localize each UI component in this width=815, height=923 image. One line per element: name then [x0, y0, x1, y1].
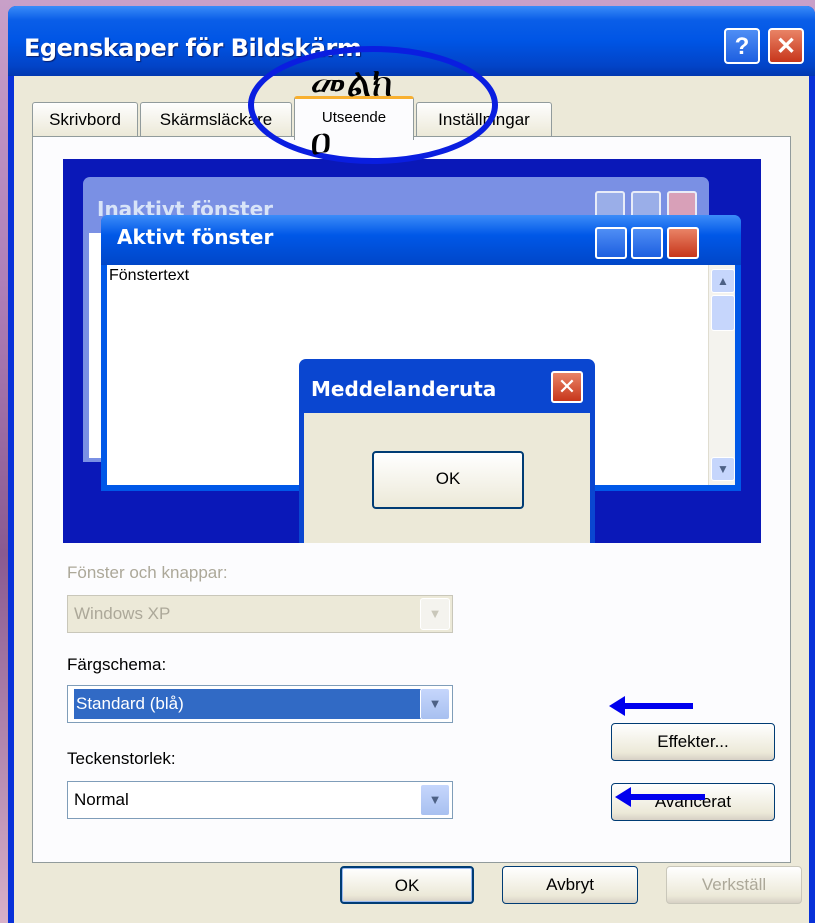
message-box-preview: Meddelanderuta ✕ OK: [299, 359, 595, 543]
annotation-glyph: መልክ: [310, 60, 394, 106]
chevron-down-icon[interactable]: ▼: [420, 784, 450, 816]
chevron-down-icon: ▼: [420, 598, 450, 630]
message-ok-button: OK: [372, 451, 524, 509]
dialog-client: Skrivbord Skärmsläckare Utseende Inställ…: [14, 76, 809, 923]
appearance-panel: Inaktivt fönster Aktivt fönster Fönstert…: [32, 136, 791, 863]
help-button[interactable]: ?: [724, 28, 760, 64]
annotation-arrow: [609, 696, 693, 716]
minimize-icon: [595, 227, 627, 259]
tab-desktop[interactable]: Skrivbord: [32, 102, 138, 136]
annotation-glyph-2: ዐ: [310, 118, 332, 164]
close-button[interactable]: ✕: [768, 28, 804, 64]
ok-button[interactable]: OK: [340, 866, 474, 904]
active-window-title: Aktivt fönster: [117, 225, 274, 249]
scroll-up-icon: ▲: [711, 269, 735, 293]
close-icon: [667, 227, 699, 259]
maximize-icon: [631, 227, 663, 259]
font-size-label: Teckenstorlek:: [67, 749, 176, 768]
chevron-down-icon[interactable]: ▼: [420, 688, 450, 720]
close-icon: ✕: [551, 371, 583, 403]
effects-button[interactable]: Effekter...: [611, 723, 775, 761]
windows-buttons-label: Fönster och knappar:: [67, 563, 228, 582]
appearance-preview: Inaktivt fönster Aktivt fönster Fönstert…: [63, 159, 761, 543]
active-window-titlebar: Aktivt fönster: [101, 215, 741, 265]
windows-buttons-value: Windows XP: [74, 604, 171, 623]
message-box-title: Meddelanderuta: [311, 377, 497, 401]
scroll-thumb: [711, 295, 735, 331]
color-scheme-value: Standard (blå): [74, 689, 428, 719]
color-scheme-label: Färgschema:: [67, 655, 167, 674]
cancel-button[interactable]: Avbryt: [502, 866, 638, 904]
color-scheme-select[interactable]: Standard (blå) ▼: [67, 685, 453, 723]
advanced-button[interactable]: Avancerat: [611, 783, 775, 821]
apply-button: Verkställ: [666, 866, 802, 904]
preview-scrollbar: ▲ ▼: [708, 265, 735, 485]
window-text: Fönstertext: [109, 267, 190, 284]
font-size-value: Normal: [74, 790, 129, 809]
font-size-select[interactable]: Normal ▼: [67, 781, 453, 819]
scroll-down-icon: ▼: [711, 457, 735, 481]
annotation-arrow: [615, 787, 705, 807]
windows-buttons-select: Windows XP ▼: [67, 595, 453, 633]
message-box-body: OK: [304, 413, 590, 543]
